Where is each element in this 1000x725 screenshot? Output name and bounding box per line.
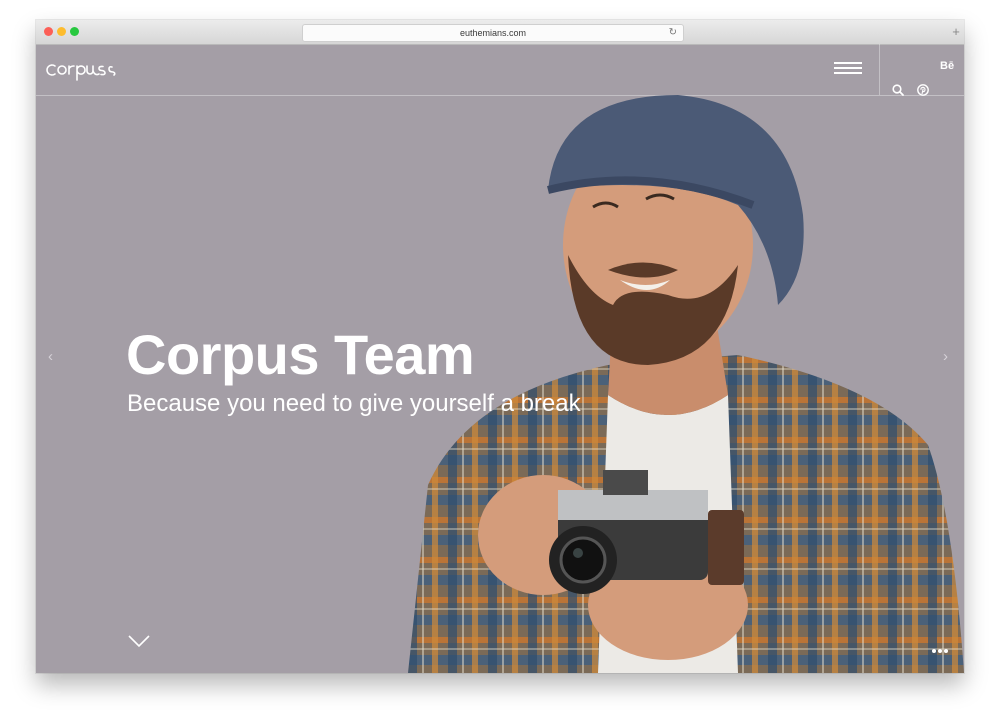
site-header: Bē: [36, 44, 964, 96]
hero-title: Corpus Team: [126, 323, 475, 386]
hero-subtitle: Because you need to give yourself a brea…: [127, 390, 581, 417]
hamburger-menu-icon[interactable]: [834, 62, 862, 76]
address-url: euthemians.com: [459, 28, 527, 38]
browser-window: euthemians.com ↻ + Bē Corpus Team Becaus…: [36, 20, 964, 673]
scroll-down-chevron-icon[interactable]: [128, 634, 150, 648]
slider-next-arrow-icon[interactable]: ›: [943, 348, 948, 365]
more-options-icon[interactable]: [931, 648, 949, 654]
hero-photo: [408, 95, 964, 673]
behance-icon[interactable]: Bē: [940, 60, 954, 78]
address-bar[interactable]: euthemians.com ↻: [302, 24, 684, 42]
corpus-logo[interactable]: [46, 56, 126, 82]
reload-icon[interactable]: ↻: [669, 25, 677, 41]
header-divider: [879, 44, 880, 95]
browser-toolbar: euthemians.com ↻ +: [36, 20, 964, 45]
zoom-window-button[interactable]: [70, 27, 79, 36]
minimize-window-button[interactable]: [57, 27, 66, 36]
close-window-button[interactable]: [44, 27, 53, 36]
slider-prev-arrow-icon[interactable]: ‹: [48, 348, 53, 365]
new-tab-button[interactable]: +: [948, 24, 964, 40]
